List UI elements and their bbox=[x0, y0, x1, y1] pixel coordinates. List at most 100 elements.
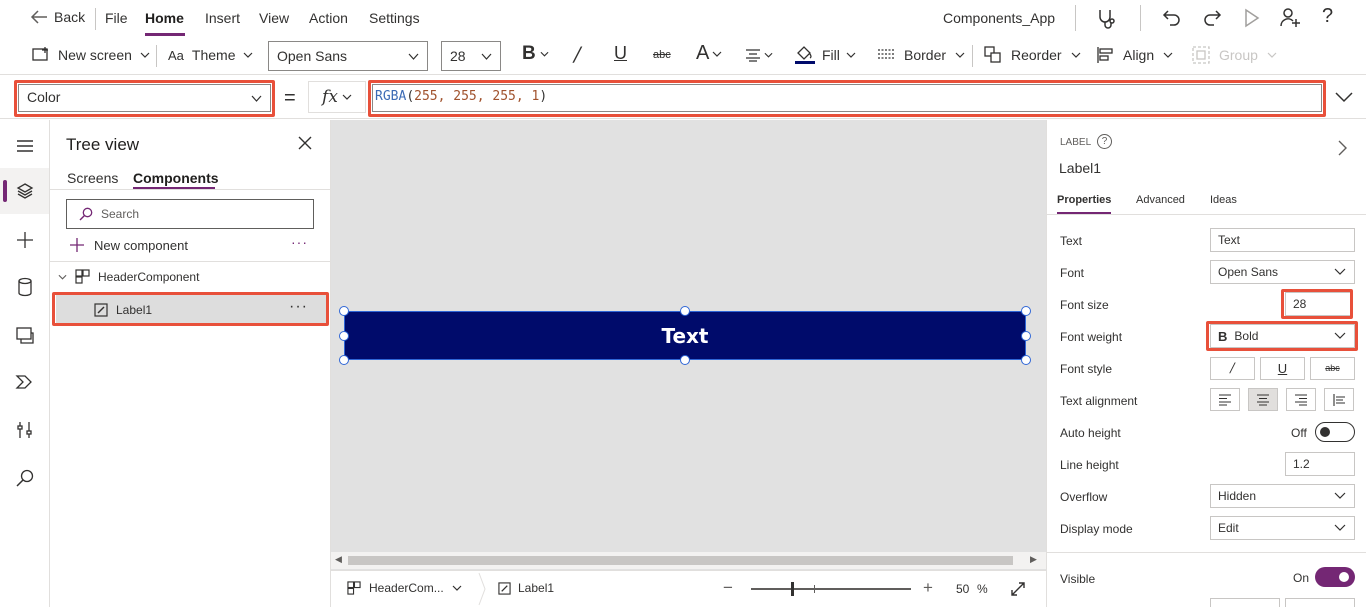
share-user-icon[interactable] bbox=[1279, 6, 1301, 28]
prop-auto-height-label: Auto height bbox=[1060, 426, 1121, 440]
group-button[interactable]: Group bbox=[1192, 46, 1277, 64]
status-bar: HeaderCom... Label1 − + 50 % bbox=[331, 570, 1046, 607]
hamburger-menu-icon[interactable] bbox=[15, 136, 35, 156]
horizontal-scrollbar[interactable]: ◀ ▶ bbox=[331, 552, 1046, 569]
database-icon[interactable] bbox=[15, 277, 35, 297]
tab-ideas[interactable]: Ideas bbox=[1210, 194, 1237, 206]
underline-button[interactable]: U bbox=[614, 43, 627, 64]
position-x-field[interactable] bbox=[1210, 598, 1280, 607]
position-y-field[interactable] bbox=[1285, 598, 1355, 607]
zoom-slider-thumb[interactable] bbox=[791, 582, 794, 596]
menu-view[interactable]: View bbox=[259, 10, 289, 26]
tab-properties[interactable]: Properties bbox=[1057, 194, 1111, 206]
tab-screens[interactable]: Screens bbox=[67, 170, 118, 186]
reorder-button[interactable]: Reorder bbox=[984, 46, 1081, 64]
strikethrough-toggle[interactable]: abc bbox=[1310, 357, 1355, 380]
highlight-property bbox=[14, 80, 275, 117]
resize-handle[interactable] bbox=[339, 331, 349, 341]
bold-button[interactable]: B bbox=[522, 43, 549, 65]
advanced-tools-icon[interactable] bbox=[15, 420, 35, 440]
chevron-right-icon[interactable] bbox=[1337, 140, 1347, 156]
back-button[interactable]: Back bbox=[30, 9, 85, 25]
play-icon[interactable] bbox=[1242, 7, 1262, 29]
highlight-font-size bbox=[1281, 289, 1353, 319]
theme-button[interactable]: Aa Theme bbox=[168, 47, 253, 63]
overflow-dropdown[interactable]: Hidden bbox=[1210, 484, 1355, 508]
align-center-toggle[interactable] bbox=[1248, 388, 1278, 411]
divider bbox=[1047, 214, 1366, 215]
breadcrumb-component[interactable]: HeaderCom... bbox=[347, 581, 462, 595]
resize-handle[interactable] bbox=[680, 355, 690, 365]
align-left-toggle[interactable] bbox=[1210, 388, 1240, 411]
auto-height-toggle[interactable] bbox=[1315, 422, 1355, 442]
new-screen-button[interactable]: New screen bbox=[32, 47, 150, 63]
undo-icon[interactable] bbox=[1161, 7, 1183, 29]
help-icon[interactable]: ? bbox=[1322, 5, 1333, 28]
expand-formula-icon[interactable] bbox=[1335, 92, 1353, 103]
plus-icon[interactable] bbox=[15, 230, 35, 250]
resize-handle[interactable] bbox=[339, 355, 349, 365]
fit-to-window-icon[interactable] bbox=[1010, 581, 1026, 597]
text-field[interactable]: Text bbox=[1210, 228, 1355, 252]
font-dropdown-value: Open Sans bbox=[1218, 265, 1279, 279]
rail-item-tree-view[interactable] bbox=[0, 168, 49, 214]
redo-icon[interactable] bbox=[1201, 7, 1223, 29]
menu-home[interactable]: Home bbox=[145, 10, 184, 26]
font-color-button[interactable]: A bbox=[696, 42, 722, 65]
selected-label-control[interactable]: Text bbox=[344, 311, 1026, 360]
menu-settings[interactable]: Settings bbox=[369, 10, 420, 26]
left-rail bbox=[0, 120, 50, 607]
strikethrough-button[interactable]: abc bbox=[653, 49, 671, 61]
scroll-left-icon[interactable]: ◀ bbox=[335, 554, 342, 565]
zoom-in-button[interactable]: + bbox=[923, 578, 933, 598]
underline-toggle[interactable]: U bbox=[1260, 357, 1305, 380]
font-size-select[interactable]: 28 bbox=[441, 41, 501, 71]
menu-insert[interactable]: Insert bbox=[205, 10, 240, 26]
tab-components[interactable]: Components bbox=[133, 170, 219, 186]
help-icon[interactable]: ? bbox=[1097, 134, 1112, 149]
breadcrumb-label1[interactable]: Label1 bbox=[498, 581, 554, 595]
fill-button[interactable]: Fill bbox=[794, 45, 856, 65]
resize-handle[interactable] bbox=[1021, 306, 1031, 316]
theme-icon: Aa bbox=[168, 47, 184, 63]
tree-item-header-component[interactable]: HeaderComponent bbox=[58, 269, 199, 284]
visible-toggle[interactable] bbox=[1315, 567, 1355, 587]
font-family-select[interactable]: Open Sans bbox=[268, 41, 428, 71]
breadcrumb-label1-text: Label1 bbox=[518, 581, 555, 595]
search-input[interactable]: Search bbox=[66, 199, 314, 229]
active-tab-indicator bbox=[145, 33, 185, 36]
search-icon[interactable] bbox=[15, 468, 35, 488]
display-mode-dropdown[interactable]: Edit bbox=[1210, 516, 1355, 540]
align-right-toggle[interactable] bbox=[1286, 388, 1316, 411]
zoom-slider[interactable] bbox=[751, 582, 911, 596]
font-dropdown[interactable]: Open Sans bbox=[1210, 260, 1355, 284]
align-button[interactable]: Align bbox=[1096, 46, 1173, 64]
menu-file[interactable]: File bbox=[105, 10, 128, 26]
chevron-down-icon bbox=[1163, 52, 1173, 58]
scrollbar-thumb[interactable] bbox=[348, 556, 1013, 565]
border-button[interactable]: Border bbox=[877, 47, 965, 63]
breadcrumb-separator-icon bbox=[478, 572, 486, 606]
text-align-button[interactable] bbox=[745, 48, 773, 62]
italic-button[interactable]: / bbox=[574, 42, 581, 66]
close-icon[interactable] bbox=[298, 136, 312, 150]
line-height-field[interactable]: 1.2 bbox=[1285, 452, 1355, 476]
scroll-right-icon[interactable]: ▶ bbox=[1030, 554, 1037, 565]
align-justify-toggle[interactable] bbox=[1324, 388, 1354, 411]
more-options-icon[interactable]: ··· bbox=[291, 234, 308, 250]
zoom-out-button[interactable]: − bbox=[723, 578, 733, 598]
tab-advanced[interactable]: Advanced bbox=[1136, 194, 1185, 206]
media-icon[interactable] bbox=[15, 325, 35, 345]
app-checker-icon[interactable] bbox=[1095, 7, 1117, 29]
prop-display-mode-label: Display mode bbox=[1060, 522, 1133, 536]
menu-action[interactable]: Action bbox=[309, 10, 348, 26]
resize-handle[interactable] bbox=[1021, 355, 1031, 365]
italic-toggle[interactable]: / bbox=[1210, 357, 1255, 380]
power-automate-icon[interactable] bbox=[15, 372, 35, 392]
resize-handle[interactable] bbox=[339, 306, 349, 316]
design-canvas[interactable]: Text ◀ ▶ bbox=[331, 120, 1046, 570]
resize-handle[interactable] bbox=[1021, 331, 1031, 341]
new-component-button[interactable]: New component bbox=[69, 237, 188, 253]
fx-button[interactable]: fx bbox=[308, 81, 366, 113]
resize-handle[interactable] bbox=[680, 306, 690, 316]
